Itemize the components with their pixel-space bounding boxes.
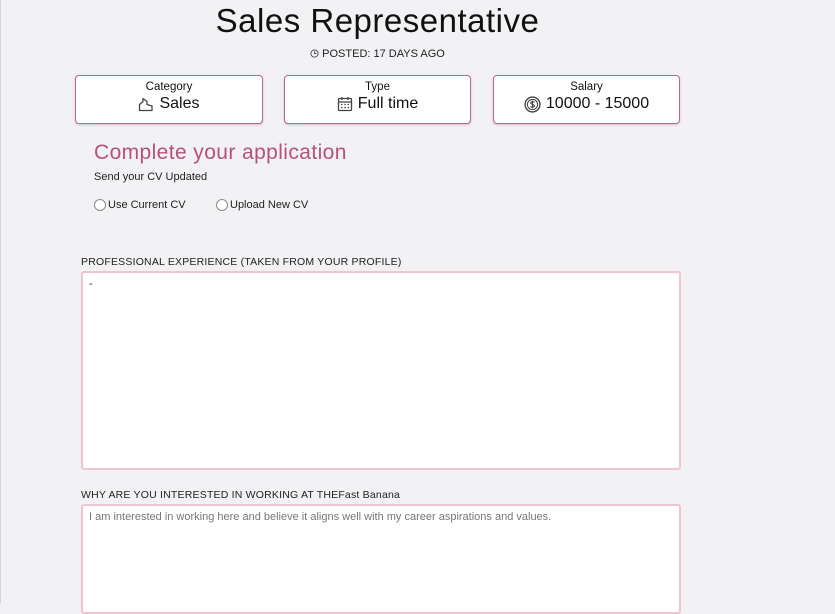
category-value: Sales [159,95,200,112]
radio-label: Upload New CV [230,199,309,211]
radio-circle[interactable] [216,199,228,211]
clock-icon [310,49,319,61]
application-title: Complete your application [94,141,347,164]
salary-card: Salary 10000 - 15000 [493,75,680,124]
left-edge-divider [0,0,1,603]
radio-label: Use Current CV [108,199,186,211]
use-current-cv-radio[interactable]: Use Current CV [94,199,186,211]
chart-icon [138,96,154,112]
posted-date: POSTED: 17 DAYS AGO [0,48,755,61]
salary-value: 10000 - 15000 [545,95,650,112]
posted-text: POSTED: 17 DAYS AGO [322,48,445,60]
category-card: Category Sales [75,75,263,124]
salary-label: Salary [570,81,603,93]
upload-new-cv-radio[interactable]: Upload New CV [216,199,308,211]
type-card: Type Full time [284,75,471,124]
job-title: Sales Representative [215,2,540,39]
interest-label: WHY ARE YOU INTERESTED IN WORKING AT THE… [81,489,401,501]
category-label: Category [145,81,193,93]
dollar-coin-icon [524,95,541,113]
calendar-icon [337,96,353,112]
experience-label: PROFESSIONAL EXPERIENCE (TAKEN FROM YOUR… [81,256,402,268]
type-value: Full time [357,95,419,112]
application-subtitle: Send your CV Updated [94,171,208,183]
experience-textarea[interactable]: - [81,271,681,470]
interest-textarea[interactable] [81,504,681,614]
type-label: Type [365,81,390,93]
radio-circle[interactable] [94,199,106,211]
